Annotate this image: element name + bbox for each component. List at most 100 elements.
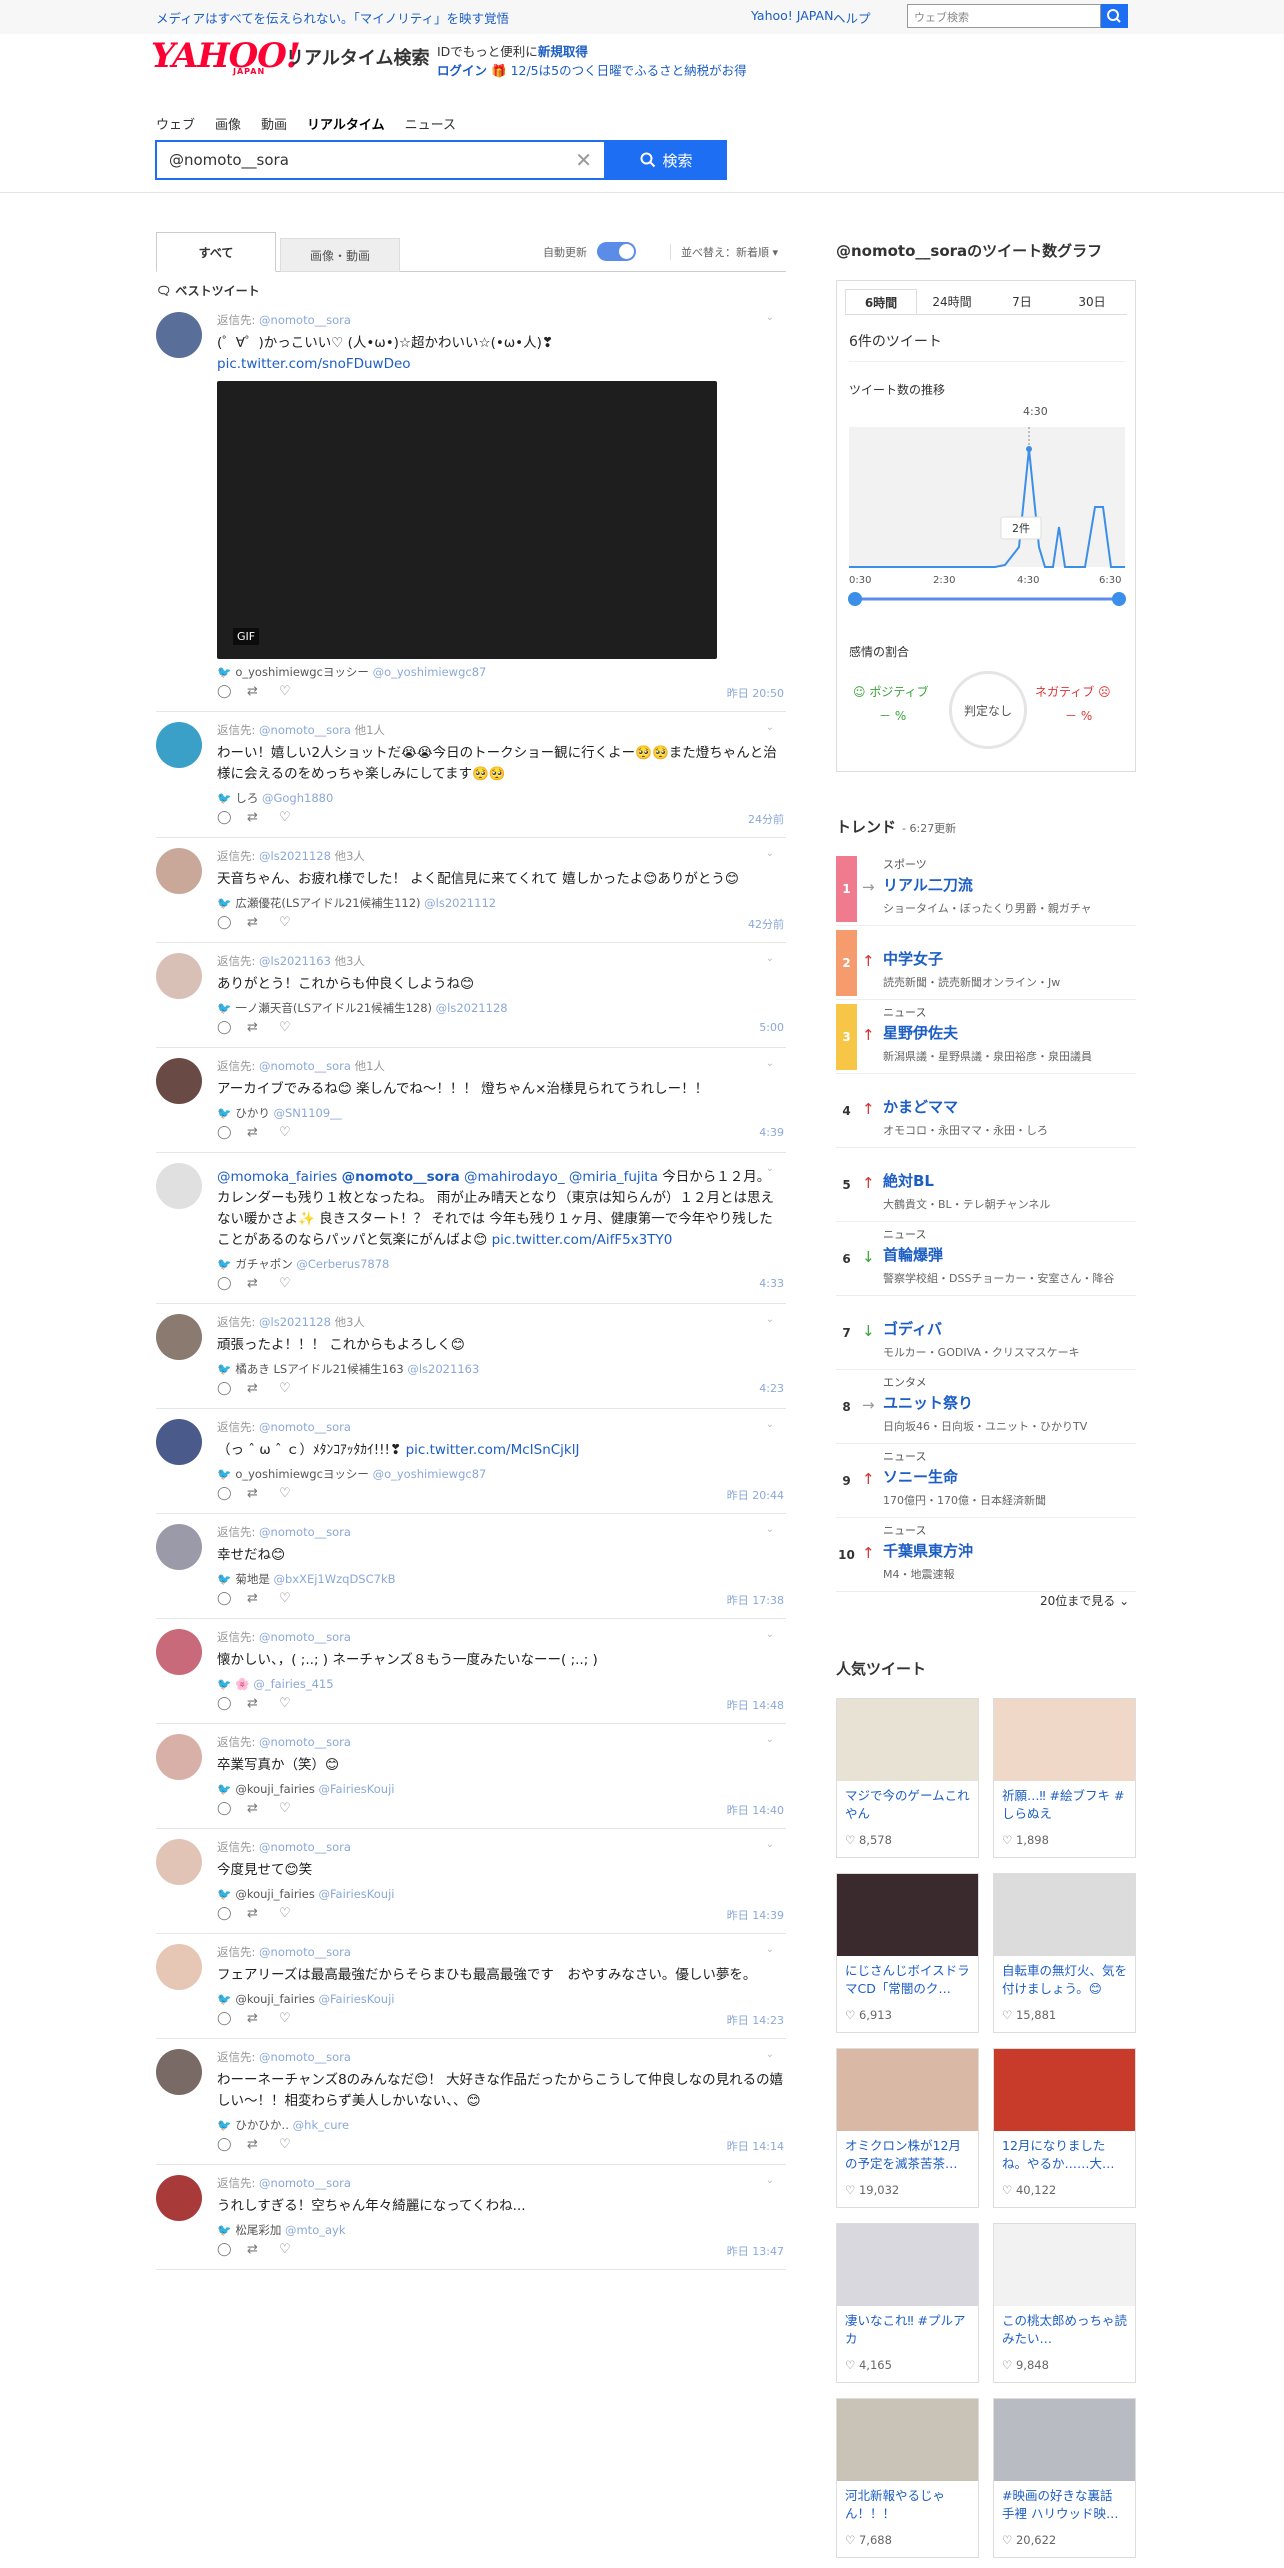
user-handle[interactable]: @FairiesKouji (318, 1887, 394, 1901)
reply-icon[interactable]: ◯ (217, 2137, 232, 2152)
retweet-icon[interactable]: ⇄ (247, 1486, 258, 1501)
user-name[interactable]: ガチャポン (235, 1257, 292, 1271)
top-promo-link[interactable]: メディアはすべてを伝えられない。「マイノリティ」を映す覚悟 (156, 8, 509, 27)
avatar[interactable] (156, 1734, 202, 1780)
trend-name[interactable]: ユニット祭り (883, 1392, 973, 1413)
user-name[interactable]: ひかり (235, 1106, 270, 1120)
chevron-down-icon[interactable]: ⌄ (766, 2049, 774, 2060)
trend-item[interactable]: 3 ↑ ニュース 星野伊佐夫 新潟県議・星野県議・泉田裕彦・泉田議員 (836, 1000, 1136, 1074)
user-name[interactable]: @kouji_fairies (235, 1782, 315, 1796)
popular-tweet-card[interactable]: マジで今のゲームこれやん ♡ 8,578 (836, 1698, 979, 1858)
popular-tweet-card[interactable]: オミクロン株が12月の予定を滅茶苦茶… ♡ 19,032 (836, 2048, 979, 2208)
retweet-icon[interactable]: ⇄ (247, 915, 258, 930)
user-name[interactable]: 一ノ瀬天音(LSアイドル21候補生128) (235, 1001, 432, 1015)
graph-tab-6h[interactable]: 6時間 (845, 289, 917, 314)
popular-tweet-card[interactable]: 12月になりましたね。やるか……大… ♡ 40,122 (993, 2048, 1136, 2208)
user-handle[interactable]: @ls2021128 (436, 1001, 508, 1015)
trend-name[interactable]: 中学女子 (883, 948, 943, 969)
retweet-icon[interactable]: ⇄ (247, 684, 258, 699)
tab-media[interactable]: 画像・動画 (280, 238, 400, 272)
chevron-down-icon[interactable]: ⌄ (766, 1163, 774, 1174)
tweet-time[interactable]: 4:23 (759, 1382, 784, 1395)
avatar[interactable] (156, 2049, 202, 2095)
web-search-input[interactable]: ウェブ検索 (907, 4, 1101, 28)
user-handle[interactable]: @FairiesKouji (318, 1992, 394, 2006)
site-title[interactable]: リアルタイム検索 (286, 44, 429, 70)
like-icon[interactable]: ♡ (279, 915, 291, 930)
like-icon[interactable]: ♡ (279, 1696, 291, 1711)
trend-name[interactable]: ゴディバ (883, 1318, 942, 1339)
trend-item[interactable]: 8 → エンタメ ユニット祭り 日向坂46・日向坂・ユニット・ひかりTV (836, 1370, 1136, 1444)
web-search-button[interactable] (1101, 4, 1128, 28)
user-name[interactable]: @kouji_fairies (235, 1887, 315, 1901)
clear-icon[interactable]: ✕ (575, 148, 592, 172)
tweet-time[interactable]: 42分前 (748, 916, 784, 932)
like-icon[interactable]: ♡ (279, 1125, 291, 1140)
user-handle[interactable]: @ls2021112 (424, 896, 496, 910)
chevron-down-icon[interactable]: ⌄ (766, 1058, 774, 1069)
yahoo-japan-link[interactable]: Yahoo! JAPAN (751, 8, 833, 23)
user-handle[interactable]: @mto_ayk (285, 2223, 346, 2237)
chevron-down-icon[interactable]: ⌄ (766, 1734, 774, 1745)
reply-icon[interactable]: ◯ (217, 684, 232, 699)
user-handle[interactable]: @_fairies_415 (253, 1677, 333, 1691)
reply-icon[interactable]: ◯ (217, 2242, 232, 2257)
like-icon[interactable]: ♡ (279, 810, 291, 825)
popular-thumbnail[interactable] (994, 1874, 1135, 1956)
trend-name[interactable]: 首輪爆弾 (883, 1244, 943, 1265)
tweet-time[interactable]: 昨日 20:44 (727, 1487, 784, 1503)
user-name[interactable]: 🌸 (235, 1677, 249, 1691)
like-icon[interactable]: ♡ (279, 1801, 291, 1816)
tweet-time[interactable]: 昨日 17:38 (727, 1592, 784, 1608)
reply-icon[interactable]: ◯ (217, 1591, 232, 1606)
login-link[interactable]: ログイン (437, 63, 487, 78)
tab-all[interactable]: すべて (156, 232, 276, 272)
user-handle[interactable]: @bxXEj1WzqDSC7kB (273, 1572, 395, 1586)
reply-handle[interactable]: @ls2021163 (259, 954, 331, 968)
range-handle-left[interactable] (848, 592, 862, 606)
popular-tweet-text[interactable]: 河北新報やるじゃん！！！ (837, 2481, 978, 2525)
like-icon[interactable]: ♡ (279, 1486, 291, 1501)
chevron-down-icon[interactable]: ⌄ (766, 1314, 774, 1325)
tweet-time[interactable]: 昨日 20:50 (727, 685, 784, 701)
user-handle[interactable]: @o_yoshimiewgc87 (373, 665, 487, 679)
reply-handle[interactable]: @nomoto__sora (259, 313, 351, 327)
tweet-link[interactable]: pic.twitter.com/McISnCjklJ (406, 1442, 580, 1458)
trend-name[interactable]: 星野伊佐夫 (883, 1022, 958, 1043)
user-handle[interactable]: @o_yoshimiewgc87 (373, 1467, 487, 1481)
retweet-icon[interactable]: ⇄ (247, 1696, 258, 1711)
reply-icon[interactable]: ◯ (217, 1696, 232, 1711)
avatar[interactable] (156, 848, 202, 894)
nav-realtime[interactable]: リアルタイム (307, 114, 385, 133)
chevron-down-icon[interactable]: ⌄ (766, 953, 774, 964)
avatar[interactable] (156, 1314, 202, 1360)
avatar[interactable] (156, 1058, 202, 1104)
tweet-link[interactable]: pic.twitter.com/snoFDuwDeo (217, 356, 411, 372)
popular-tweet-card[interactable]: この桃太郎めっちゃ読みたい… ♡ 9,848 (993, 2223, 1136, 2383)
popular-tweet-card[interactable]: 祈願…‼ #絵ブフキ #しらぬえ ♡ 1,898 (993, 1698, 1136, 1858)
mention-link[interactable]: @mahirodayo_ (464, 1169, 565, 1185)
popular-tweet-card[interactable]: #映画の好きな裏話 手裡 ハリウッド映… ♡ 20,622 (993, 2398, 1136, 2558)
tweet-time[interactable]: 昨日 13:47 (727, 2243, 784, 2259)
mention-link[interactable]: @miria_fujita (569, 1169, 658, 1185)
retweet-icon[interactable]: ⇄ (247, 2137, 258, 2152)
reply-icon[interactable]: ◯ (217, 1276, 232, 1291)
reply-handle[interactable]: @nomoto__sora (259, 1630, 351, 1644)
trend-name[interactable]: 千葉県東方沖 (883, 1540, 973, 1561)
user-handle[interactable]: @Cerberus7878 (296, 1257, 389, 1271)
popular-tweet-text[interactable]: この桃太郎めっちゃ読みたい… (994, 2306, 1135, 2350)
popular-thumbnail[interactable] (837, 2224, 978, 2306)
reply-handle[interactable]: @nomoto__sora (259, 1840, 351, 1854)
trend-item[interactable]: 1 → スポーツ リアル二刀流 ショータイム・ぼったくり男爵・親ガチャ (836, 852, 1136, 926)
popular-thumbnail[interactable] (994, 2399, 1135, 2481)
popular-tweet-text[interactable]: にじさんじボイスドラマCD「常闇のク… (837, 1956, 978, 2000)
reply-handle[interactable]: @ls2021128 (259, 849, 331, 863)
like-icon[interactable]: ♡ (279, 1276, 291, 1291)
chevron-down-icon[interactable]: ⌄ (766, 848, 774, 859)
tweet-time[interactable]: 4:33 (759, 1277, 784, 1290)
reply-icon[interactable]: ◯ (217, 1906, 232, 1921)
reply-handle[interactable]: @nomoto__sora (259, 723, 351, 737)
trend-item[interactable]: 5 ↑ 絶対BL 大鶴貴文・BL・テレ朝チャンネル (836, 1148, 1136, 1222)
like-icon[interactable]: ♡ (279, 2242, 291, 2257)
avatar[interactable] (156, 722, 202, 768)
